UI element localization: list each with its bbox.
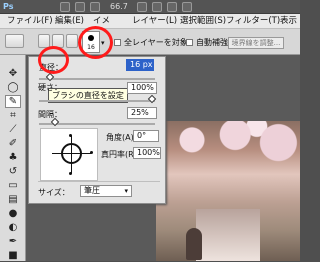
highlight-circle-brush-picker [78, 26, 113, 59]
move-tool-icon[interactable]: ✥ [5, 67, 21, 80]
menu-view[interactable]: 表示 [280, 16, 297, 27]
spacing-input[interactable]: 25% [127, 107, 157, 119]
menu-edit[interactable]: 編集(E) [55, 16, 84, 27]
dodge-tool-icon[interactable]: ◐ [5, 221, 21, 234]
menu-select[interactable]: 選択範囲(S) [180, 16, 226, 27]
quick-selection-tool-icon[interactable]: ✎ [5, 95, 21, 108]
size-dropdown-chevron-icon: ▾ [124, 187, 128, 195]
top-handle-dot[interactable] [69, 134, 72, 137]
highlight-circle-diameter [38, 46, 69, 74]
roundness-input[interactable]: 100% [133, 147, 161, 159]
arrange-documents-icon[interactable] [182, 2, 192, 12]
blur-tool-icon[interactable]: ● [5, 207, 21, 220]
angle-input[interactable]: 0° [133, 130, 159, 142]
quick-selection-preset-button[interactable] [5, 34, 24, 48]
bridge-icon[interactable] [60, 2, 70, 12]
hand-icon[interactable] [137, 2, 147, 12]
lasso-tool-icon[interactable]: ◯ [5, 81, 21, 94]
zoom-icon[interactable] [152, 2, 162, 12]
walking-person-in-photo [186, 228, 202, 260]
auto-enhance-checkbox[interactable] [186, 39, 193, 46]
crop-tool-icon[interactable]: ⌗ [5, 109, 21, 122]
brush-picker-panel: 直径： 16 px ブラシの直径を設定 硬さ： 100% 間隔： 25% 角度(… [28, 56, 166, 204]
pen-tool-icon[interactable]: ✒ [5, 235, 21, 248]
right-handle-dot[interactable] [90, 151, 93, 154]
spacing-label: 間隔： [38, 110, 62, 119]
gradient-tool-icon[interactable]: ▤ [5, 193, 21, 206]
auto-enhance-label: 自動補強 [196, 38, 228, 47]
diameter-slider[interactable] [39, 78, 155, 80]
sample-all-layers-checkbox[interactable] [114, 39, 121, 46]
zoom-level[interactable]: 66.7 [110, 1, 128, 13]
tools-panel: ✥ ◯ ✎ ⌗ ⟋ ✐ ♣ ↺ ▭ ▤ ● ◐ ✒ ■ [0, 55, 26, 261]
view-extras-icon[interactable] [90, 2, 100, 12]
diameter-input[interactable]: 16 px [126, 59, 154, 71]
size-label: サイズ： [38, 188, 70, 197]
sample-all-layers-label: 全レイヤーを対象 [124, 38, 188, 47]
history-brush-tool-icon[interactable]: ↺ [5, 165, 21, 178]
size-control-select[interactable]: 筆圧 ▾ [80, 185, 132, 197]
mini-bridge-icon[interactable] [75, 2, 85, 12]
brush-tool-icon[interactable]: ✐ [5, 137, 21, 150]
size-control-value: 筆圧 [84, 186, 100, 195]
brush-angle-vertical-line [71, 135, 72, 174]
cherry-blossom-photo [156, 121, 300, 261]
refine-edge-button[interactable]: 境界線を調整... [228, 37, 284, 49]
brush-shape-preview[interactable] [40, 128, 98, 181]
panel-divider [38, 181, 160, 182]
subtract-from-selection-button[interactable] [66, 34, 78, 48]
application-title-bar: Ps 66.7 [0, 0, 300, 14]
menu-filter[interactable]: フィルター(T) [226, 16, 280, 27]
photoshop-logo: Ps [3, 2, 14, 11]
bottom-handle-dot[interactable] [69, 172, 72, 175]
hardness-label: 硬さ： [38, 83, 62, 92]
shape-tool-icon[interactable]: ■ [5, 249, 21, 262]
hardness-slider[interactable] [39, 100, 155, 102]
path-in-photo [196, 209, 260, 261]
eraser-tool-icon[interactable]: ▭ [5, 179, 21, 192]
menu-file[interactable]: ファイル(F) [7, 16, 53, 27]
hardness-input[interactable]: 100% [127, 82, 157, 94]
menu-layer[interactable]: レイヤー(L) [132, 16, 177, 27]
clone-stamp-tool-icon[interactable]: ♣ [5, 151, 21, 164]
rotate-view-icon[interactable] [167, 2, 177, 12]
menu-bar: ファイル(F) 編集(E) イメ レイヤー(L) 選択範囲(S) フィルター(T… [0, 14, 300, 29]
eyedropper-tool-icon[interactable]: ⟋ [5, 123, 21, 136]
